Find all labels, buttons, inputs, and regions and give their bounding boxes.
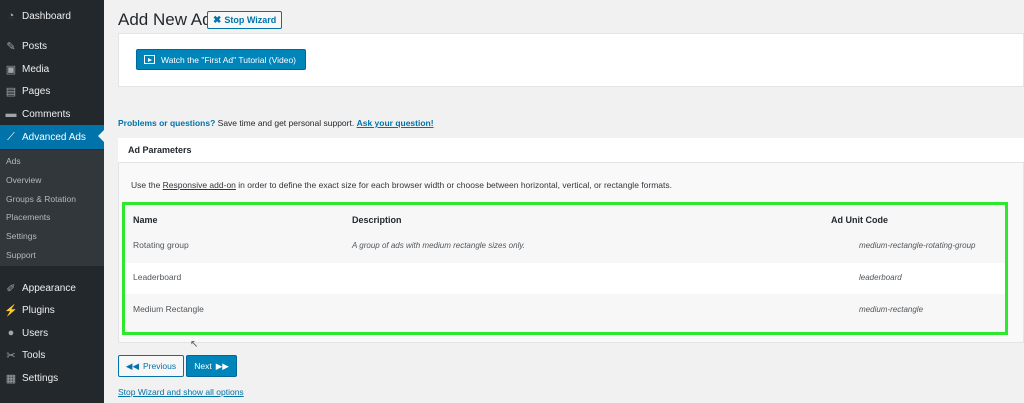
watch-tutorial-label: Watch the "First Ad" Tutorial (Video) — [161, 54, 297, 65]
cell-name: Rotating group — [133, 240, 189, 250]
desc-text: Use the — [131, 180, 163, 190]
menu-label: Advanced Ads — [22, 131, 86, 143]
cell-code: medium-rectangle — [859, 305, 924, 314]
cell-name: Leaderboard — [133, 272, 182, 282]
column-header-description: Description — [352, 215, 402, 225]
ask-question-link[interactable]: Ask your question! — [357, 118, 434, 128]
menu-label: Posts — [22, 40, 48, 52]
menu-label: Pages — [22, 85, 51, 97]
menu-label: Appearance — [22, 282, 76, 294]
watch-tutorial-button[interactable]: Watch the "First Ad" Tutorial (Video) — [136, 49, 306, 70]
menu-item-tools[interactable]: ✂ Tools — [0, 344, 104, 366]
submenu-item-support[interactable]: Support — [6, 250, 36, 260]
submenu-item-groups-rotation[interactable]: Groups & Rotation — [6, 194, 76, 204]
double-arrow-right-icon: ▶▶ — [215, 360, 229, 371]
next-button[interactable]: Next ▶▶ — [186, 355, 237, 377]
previous-button[interactable]: ◀◀ Previous — [118, 355, 184, 377]
pages-icon: ▤ — [5, 85, 17, 98]
previous-label: Previous — [143, 361, 177, 371]
menu-label: Dashboard — [22, 10, 71, 22]
cell-code: leaderboard — [859, 273, 902, 282]
menu-label: Users — [22, 327, 49, 339]
page-title: Add New Ad — [118, 10, 212, 29]
admin-sidebar: ◔ Dashboard ✎ Posts ▣ Media ▤ Pages ▬ Co… — [0, 0, 104, 403]
submenu-item-settings[interactable]: Settings — [6, 231, 37, 241]
settings-icon: ▦ — [5, 372, 17, 385]
menu-item-appearance[interactable]: ✐ Appearance — [0, 277, 104, 299]
menu-item-dashboard[interactable]: ◔ Dashboard — [0, 5, 104, 27]
menu-label: Tools — [22, 349, 46, 361]
menu-item-posts[interactable]: ✎ Posts — [0, 35, 104, 57]
submenu-item-placements[interactable]: Placements — [6, 212, 50, 222]
ad-parameters-title: Ad Parameters — [128, 145, 192, 155]
stop-wizard-button[interactable]: ✖ Stop Wizard — [207, 11, 283, 29]
menu-label: Media — [22, 63, 50, 75]
menu-item-media[interactable]: ▣ Media — [0, 58, 104, 80]
ad-parameters-description: Use the Responsive add-on in order to de… — [131, 180, 672, 190]
next-label: Next — [194, 361, 212, 371]
problems-label: Problems or questions? — [118, 118, 216, 128]
advanced-ads-submenu: Ads Overview Groups & Rotation Placement… — [0, 150, 104, 266]
stop-wizard-show-all-link[interactable]: Stop Wizard and show all options — [118, 387, 244, 397]
menu-item-pages[interactable]: ▤ Pages — [0, 80, 104, 102]
cell-description: A group of ads with medium rectangle siz… — [352, 241, 525, 250]
dashboard-icon: ◔ — [7, 10, 15, 22]
pin-icon: ✎ — [6, 40, 16, 53]
brush-icon: ✐ — [6, 282, 16, 295]
cell-code: medium-rectangle-rotating-group — [859, 241, 976, 250]
menu-item-settings[interactable]: ▦ Settings — [0, 367, 104, 389]
close-icon: ✖ — [213, 14, 222, 26]
ad-parameters-header — [118, 138, 1024, 163]
menu-label: Settings — [22, 372, 59, 384]
menu-item-comments[interactable]: ▬ Comments — [0, 103, 104, 125]
column-header-code: Ad Unit Code — [831, 215, 888, 225]
menu-label: Comments — [22, 108, 71, 120]
menu-item-users[interactable]: ● Users — [0, 322, 104, 344]
desc-text: in order to define the exact size for ea… — [235, 180, 672, 190]
menu-item-plugins[interactable]: ⚡ Plugins — [0, 299, 104, 321]
table-row[interactable]: Rotating group A group of ads with mediu… — [125, 232, 1005, 263]
column-header-name: Name — [133, 215, 158, 225]
wrench-icon: ✂ — [6, 349, 16, 362]
double-arrow-left-icon: ◀◀ — [125, 360, 139, 371]
cell-name: Medium Rectangle — [133, 304, 204, 314]
users-icon: ● — [7, 327, 15, 339]
submenu-item-overview[interactable]: Overview — [6, 175, 41, 185]
problems-text: Save time and get personal support. — [215, 118, 357, 128]
support-notice: Problems or questions? Save time and get… — [118, 118, 434, 128]
plug-icon: ⚡ — [4, 304, 18, 317]
table-row[interactable]: Leaderboard leaderboard — [125, 263, 1005, 294]
comments-icon: ▬ — [5, 108, 17, 120]
play-icon — [144, 55, 155, 64]
mouse-cursor-icon: ↖ — [190, 339, 199, 350]
table-row[interactable]: Medium Rectangle medium-rectangle — [125, 295, 1005, 326]
submenu-item-ads[interactable]: Ads — [6, 156, 21, 166]
chart-icon: ⟋ — [7, 130, 15, 143]
stop-wizard-label: Stop Wizard — [224, 15, 277, 25]
responsive-addon-link[interactable]: Responsive add-on — [163, 180, 236, 190]
media-icon: ▣ — [5, 63, 17, 76]
menu-item-advanced-ads[interactable]: ⟋ Advanced Ads — [0, 125, 104, 149]
menu-label: Plugins — [22, 304, 55, 316]
